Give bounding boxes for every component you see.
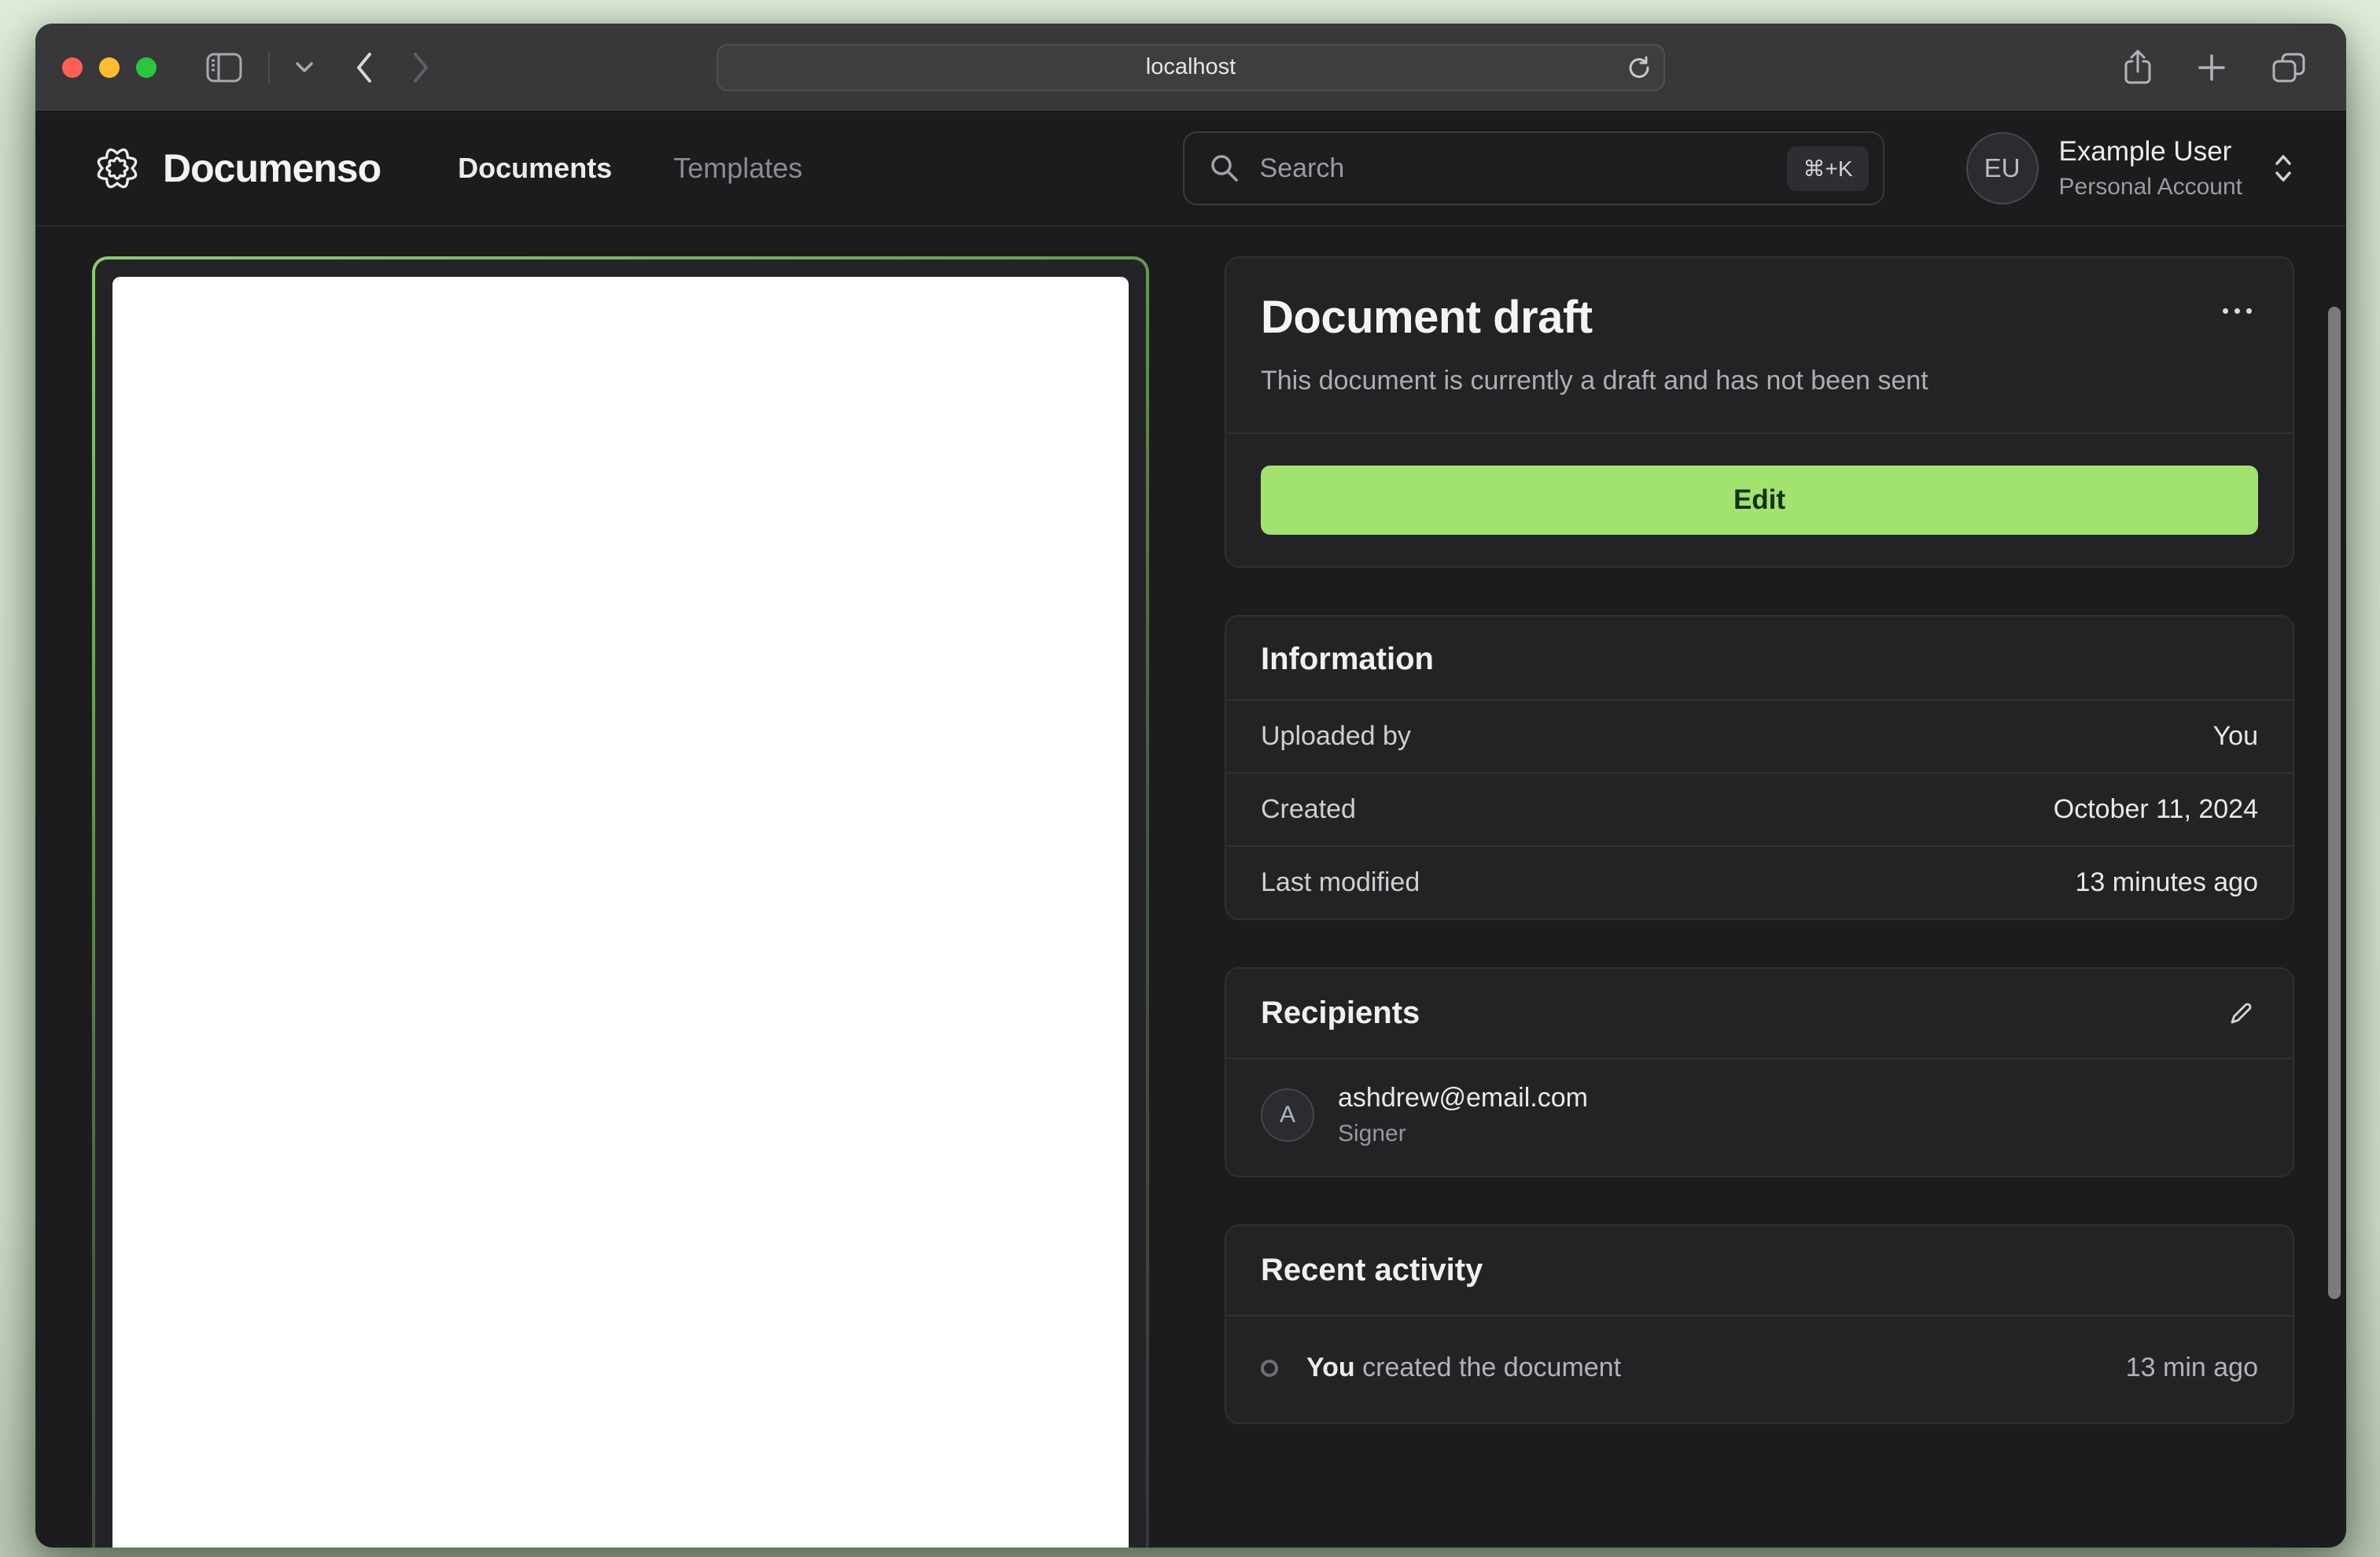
user-menu[interactable]: EU Example User Personal Account <box>1966 132 2296 204</box>
refresh-icon <box>1626 55 1651 80</box>
information-title: Information <box>1261 642 1434 676</box>
refresh-button[interactable] <box>1626 55 1651 80</box>
close-button[interactable] <box>62 57 83 78</box>
info-row-last-modified: Last modified 13 minutes ago <box>1226 845 2293 918</box>
search-icon <box>1210 153 1240 183</box>
toolbar-separator <box>268 50 270 84</box>
browser-window: localhost Documenso Documents Templates … <box>35 24 2346 1548</box>
recipient-role: Signer <box>1338 1121 1406 1147</box>
nav-templates[interactable]: Templates <box>673 152 802 185</box>
desktop-background: localhost Documenso Documents Templates … <box>0 0 2380 1557</box>
recipient-row: A ashdrew@email.com Signer <box>1226 1058 2293 1176</box>
toolbar-left <box>205 50 432 85</box>
edit-button[interactable]: Edit <box>1261 466 2258 535</box>
info-value: 13 minutes ago <box>2075 867 2259 897</box>
brand[interactable]: Documenso <box>92 143 381 193</box>
minimize-button[interactable] <box>99 57 120 78</box>
recent-activity-title: Recent activity <box>1261 1253 1483 1287</box>
share-button[interactable] <box>2123 49 2153 86</box>
brand-name: Documenso <box>163 146 381 190</box>
edit-recipients-button[interactable] <box>2223 996 2258 1031</box>
activity-time: 13 min ago <box>2125 1353 2258 1382</box>
address-bar[interactable]: localhost <box>717 43 1665 91</box>
info-row-uploaded-by: Uploaded by You <box>1226 699 2293 772</box>
tab-overview-icon <box>2271 52 2307 83</box>
activity-actor: You <box>1306 1353 1355 1382</box>
info-label: Last modified <box>1261 867 1420 897</box>
main-content: Document draft This document is currentl… <box>35 226 2346 1548</box>
user-name: Example User <box>2058 136 2232 167</box>
documenso-logo-icon <box>92 143 142 193</box>
recipient-avatar: A <box>1261 1088 1314 1142</box>
window-controls <box>62 57 157 78</box>
document-menu-button[interactable] <box>2216 291 2258 331</box>
recipient-email: ashdrew@email.com <box>1338 1083 1588 1113</box>
activity-dot-icon <box>1261 1359 1278 1377</box>
nav-documents[interactable]: Documents <box>458 152 612 185</box>
command-k-shortcut: ⌘+K <box>1787 145 1869 191</box>
ellipsis-icon <box>2223 308 2252 314</box>
recent-activity-panel: Recent activity You created the document… <box>1225 1224 2294 1424</box>
back-icon <box>353 50 375 85</box>
search-input[interactable]: Search ⌘+K <box>1182 131 1884 205</box>
search-placeholder: Search <box>1259 153 1345 183</box>
sidebar-menu-button[interactable] <box>295 61 314 74</box>
document-preview-frame <box>92 256 1149 1548</box>
chevron-up-down-icon <box>2271 150 2296 186</box>
app-header: Documenso Documents Templates Search ⌘+K… <box>35 112 2346 226</box>
sidebar-icon <box>205 52 243 83</box>
info-row-created: Created October 11, 2024 <box>1226 772 2293 845</box>
info-label: Created <box>1261 794 1356 824</box>
side-column: Document draft This document is currentl… <box>1225 256 2294 1548</box>
document-status-panel: Document draft This document is currentl… <box>1225 256 2294 568</box>
share-icon <box>2123 49 2153 86</box>
new-tab-button[interactable] <box>2197 53 2227 83</box>
main-nav: Documents Templates <box>458 152 802 185</box>
user-account-type: Personal Account <box>2058 174 2242 200</box>
zoom-button[interactable] <box>136 57 157 78</box>
document-preview-inner <box>95 260 1146 1548</box>
sidebar-toggle-button[interactable] <box>205 52 243 83</box>
toolbar-right <box>2123 49 2319 86</box>
recipients-title: Recipients <box>1261 996 1420 1030</box>
pencil-icon <box>2227 999 2255 1028</box>
info-value: October 11, 2024 <box>2053 794 2258 824</box>
information-panel: Information Uploaded by You Created Octo… <box>1225 615 2294 920</box>
recipients-panel: Recipients A ashdrew@email.com Signer <box>1225 967 2294 1177</box>
info-label: Uploaded by <box>1261 721 1411 751</box>
document-status-title: Document draft <box>1261 292 1593 343</box>
activity-row: You created the document 13 min ago <box>1226 1315 2293 1423</box>
activity-text: You created the document <box>1306 1353 1621 1383</box>
back-button[interactable] <box>353 50 375 85</box>
document-status-subtitle: This document is currently a draft and h… <box>1261 366 1929 396</box>
vertical-scrollbar[interactable] <box>2328 307 2341 1299</box>
chevron-down-icon <box>295 61 314 74</box>
user-avatar: EU <box>1966 132 2039 204</box>
activity-action: created the document <box>1362 1353 1622 1382</box>
url-text: localhost <box>1145 54 1236 79</box>
forward-icon <box>410 50 432 85</box>
document-page <box>112 277 1129 1548</box>
info-value: You <box>2212 721 2258 751</box>
browser-titlebar: localhost <box>35 24 2346 112</box>
plus-icon <box>2197 53 2227 83</box>
forward-button[interactable] <box>410 50 432 85</box>
tab-overview-button[interactable] <box>2271 52 2307 83</box>
